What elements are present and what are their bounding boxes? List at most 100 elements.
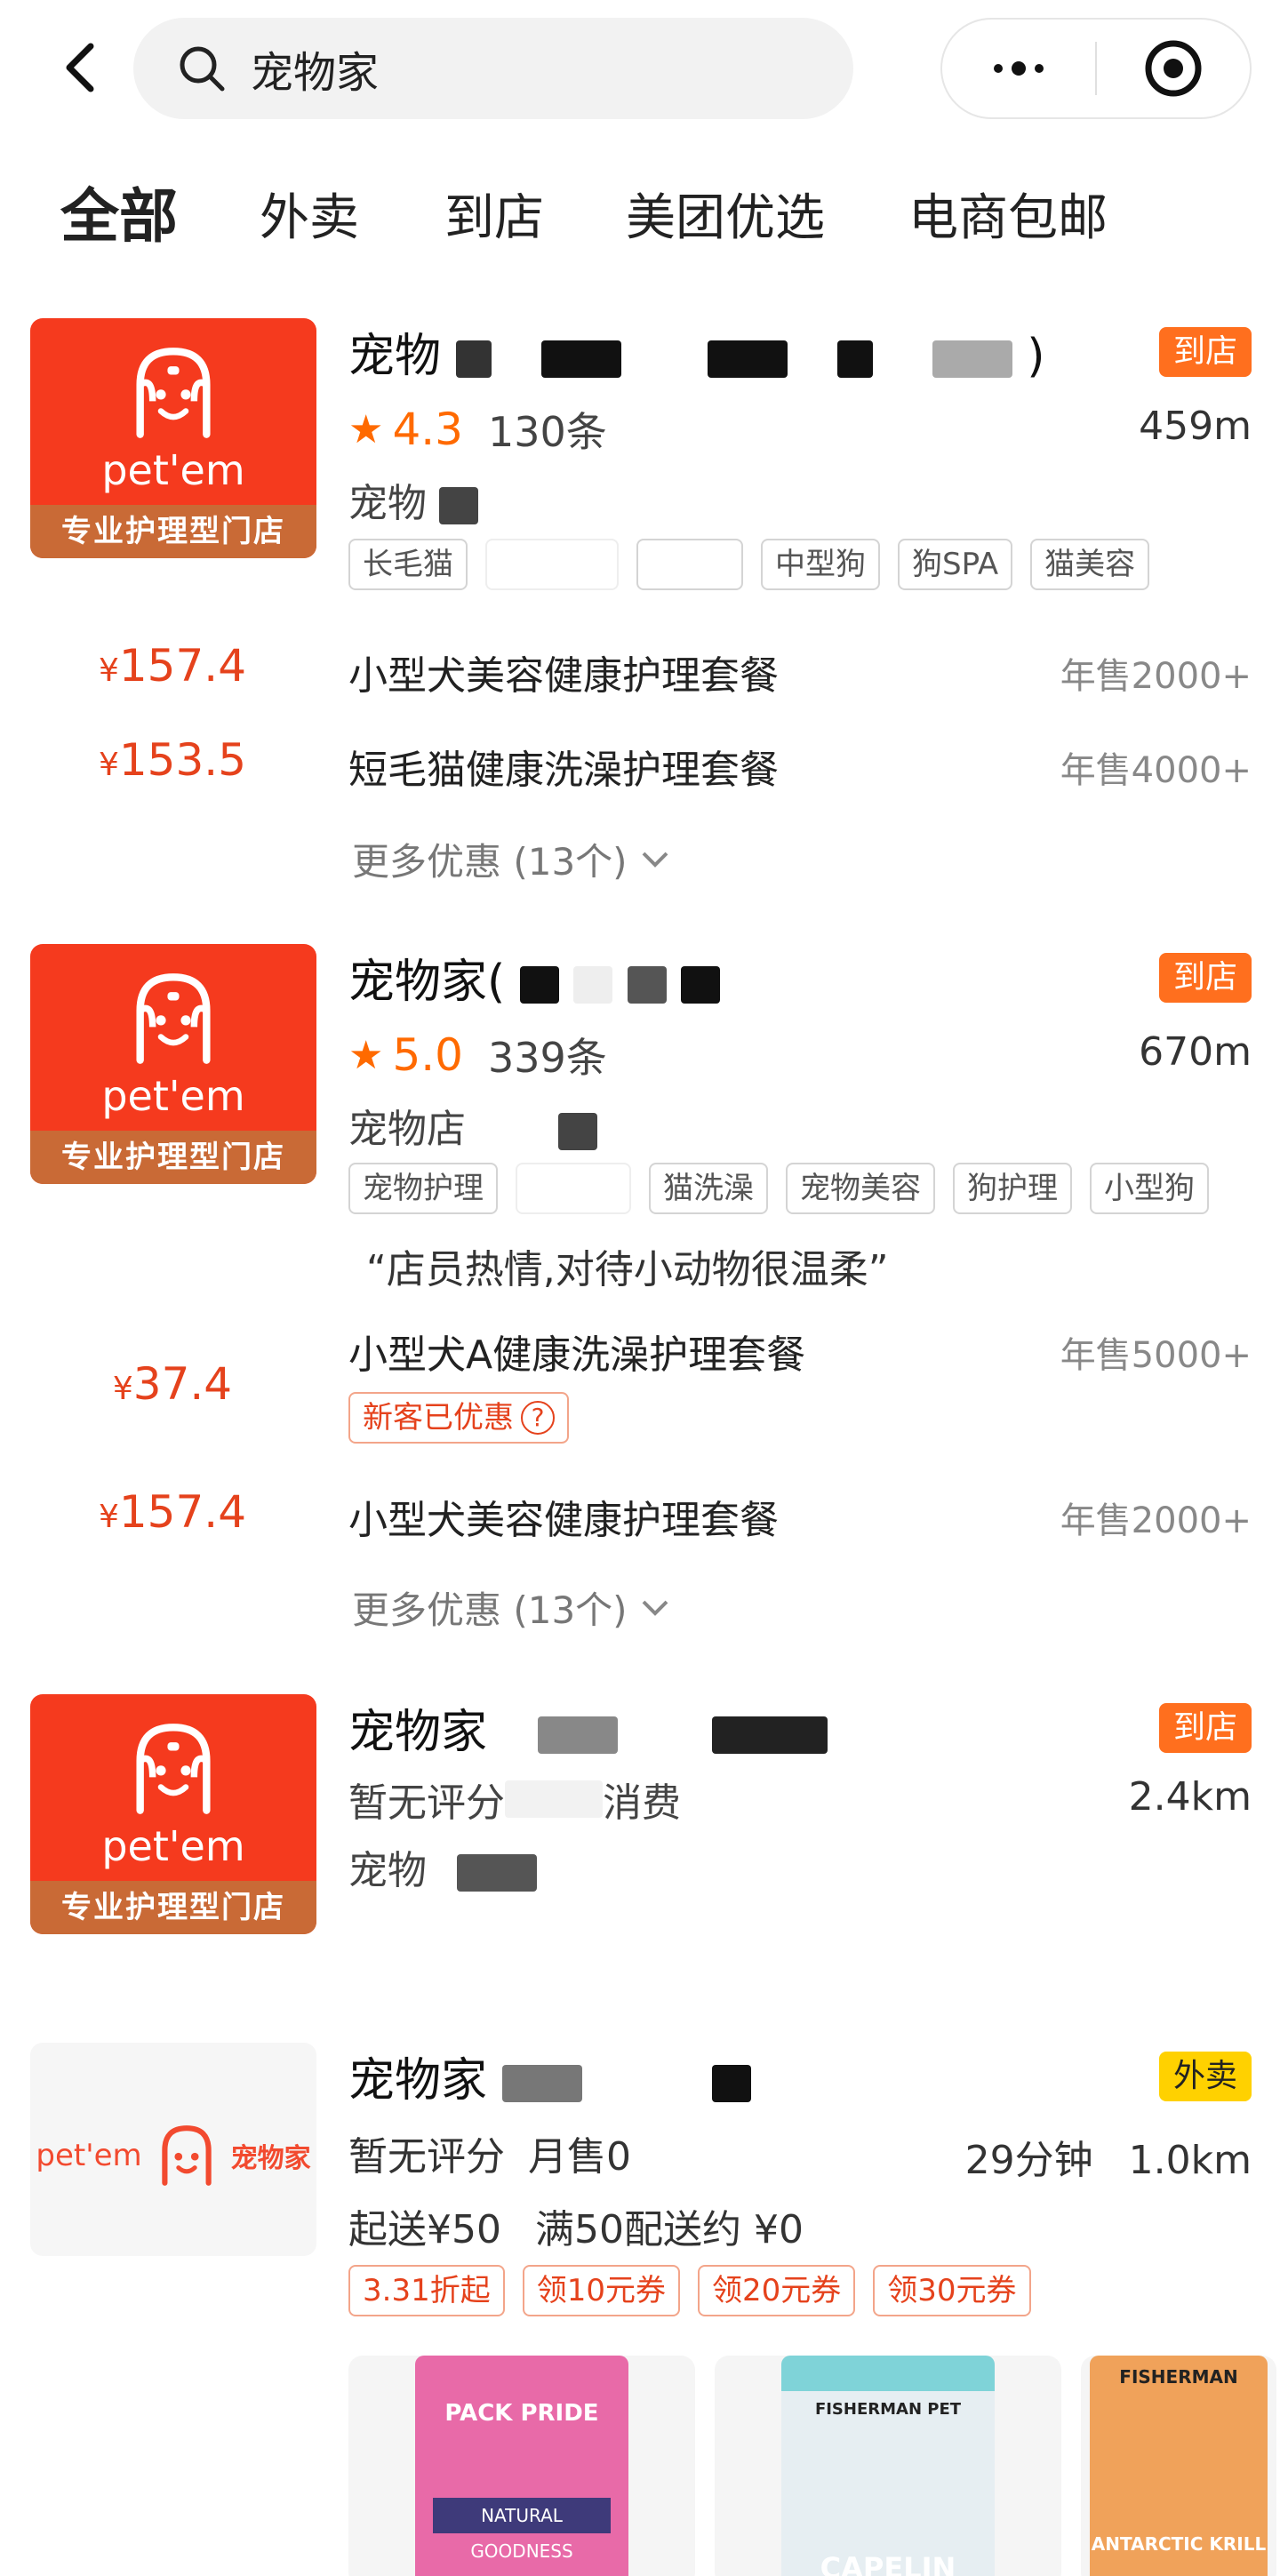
chevron-down-icon [642,852,668,868]
dog-face-icon [136,348,211,438]
chevron-down-icon [642,1600,668,1616]
delivery-terms: 起送¥50 满50配送约 ¥0 [348,2197,804,2254]
service-badge: 外卖 [1158,2052,1252,2101]
logo-cn-text: 宠物家 [230,2143,311,2174]
tab-takeout[interactable]: 外卖 [260,178,359,250]
redacted-block [712,2065,752,2102]
more-deals-label: 更多优惠 (13个) [352,1588,628,1632]
tag: 长毛猫 [348,539,468,590]
redacted-tag [485,539,619,590]
shop-card[interactable]: pet'em 专业护理型门店 宠物家 到店 暂无评分 消费 2.4km 宠物 [0,1694,1280,1952]
service-badge: 到店 [1158,953,1252,1003]
shop-category: 宠物 [348,471,478,528]
monthly-sales: 月售0 [528,2134,631,2180]
coupon[interactable]: 领20元券 [697,2265,856,2316]
redacted-block [932,340,1012,378]
chevron-left-icon [66,43,94,92]
close-miniprogram-button[interactable] [1097,37,1250,100]
delivery-info: 29分钟 1.0km [965,2128,1252,2185]
redacted-block [541,340,622,378]
product-card[interactable]: FISHERMAN PET CAPELIN [715,2356,1061,2576]
tag: 狗SPA [898,539,1013,590]
tag-list: 宠物护理 猫洗澡 宠物美容 狗护理 小型狗 [348,1163,1209,1214]
no-rating-text: 暂无评分 [348,1780,505,1826]
dog-face-icon [161,2125,212,2186]
more-dots-icon [994,64,1003,73]
shop-category: 宠物店 [348,1097,597,1154]
coupon-list: 3.31折起 领10元券 领20元券 领30元券 [348,2265,1031,2316]
shop-title[interactable]: 宠物家( [348,944,721,1011]
category-text: 宠物 [348,1848,427,1893]
product-image: FISHERMAN ANTARCTIC KRILL [1090,2356,1268,2576]
more-deals-button[interactable]: 更多优惠 (13个) [352,1580,670,1635]
shop-card[interactable]: pet'em 专业护理型门店 宠物家( 到店 ★ 5.0 339条 670m 宠… [0,944,1280,1655]
shop-category: 宠物 [348,1838,537,1895]
rating-line: ★ 4.3 130条 [348,400,607,459]
shop-title[interactable]: 宠物家 [348,2043,752,2109]
shop-title[interactable]: 宠物 ) [348,318,1045,385]
shop-card[interactable]: pet'em 专业护理型门店 宠物 ) 到店 ★ 4.3 130条 459m 宠… [0,318,1280,905]
deal-sold: 年售4000+ [1060,750,1252,791]
redacted-block [573,966,613,1004]
product-image: FISHERMAN PET CAPELIN [781,2356,995,2576]
redacted-block [455,340,492,378]
logo-text: pet'em [101,446,245,494]
tab-meituan-select[interactable]: 美团优选 [626,178,825,250]
logo-text: pet'em [101,1072,245,1120]
rating-line: ★ 5.0 339条 [348,1026,607,1084]
coupon[interactable]: 领10元券 [522,2265,680,2316]
coupon[interactable]: 3.31折起 [348,2265,505,2316]
question-icon[interactable]: ? [521,1401,555,1435]
tag: 中型狗 [761,539,880,590]
deal-sold: 年售2000+ [1060,1500,1252,1541]
product-card[interactable]: FISHERMAN ANTARCTIC KRILL [1081,2356,1276,2576]
logo-brand-strip: 专业护理型门店 [30,1881,316,1934]
deal-name[interactable]: 小型犬美容健康护理套餐 [348,644,779,700]
currency-symbol: ¥ [98,1499,119,1535]
logo-graphic: pet'em [30,969,316,1120]
logo-text: pet'em [36,2138,142,2173]
coupon[interactable]: 领30元券 [873,2265,1031,2316]
redacted-block [707,340,788,378]
category-text: 宠物店 [348,1107,466,1152]
product-card[interactable]: PACK PRIDE NATURAL GOODNESS [348,2356,695,2576]
target-icon [1145,40,1202,97]
tag: 宠物护理 [348,1163,498,1214]
redacted-block [439,487,478,524]
distance: 670m [1139,1029,1252,1075]
logo-graphic: pet'em 宠物家 [30,2123,316,2188]
deal-name[interactable]: 短毛猫健康洗澡护理套餐 [348,738,779,795]
tag: 小型狗 [1090,1163,1209,1214]
deal-name[interactable]: 小型犬美容健康护理套餐 [348,1488,779,1545]
delivery-fee: 满50配送约 ¥0 [534,2207,804,2252]
product-sub: ANTARCTIC KRILL [1091,2533,1267,2555]
deal-name[interactable]: 小型犬A健康洗澡护理套餐 [348,1323,805,1380]
tab-all[interactable]: 全部 [60,169,178,254]
shop-title-text: 宠物家 [348,1706,488,1759]
more-deals-button[interactable]: 更多优惠 (13个) [352,832,670,886]
redacted-block [457,1854,537,1892]
service-badge: 到店 [1158,327,1252,377]
shop-title[interactable]: 宠物家 [348,1694,828,1761]
distance: 1.0km [1128,2138,1252,2183]
shop-title-text: 宠物家( [348,956,506,1009]
promo-text: 新客已优惠 [363,1400,514,1436]
tag: 宠物美容 [786,1163,935,1214]
tab-ecommerce[interactable]: 电商包邮 [908,178,1108,250]
product-brand: FISHERMAN [1119,2366,1238,2388]
back-button[interactable] [53,36,107,100]
tab-in-store[interactable]: 到店 [444,178,544,250]
review-quote: “店员热情,对待小动物很温柔” [366,1247,889,1292]
product-sub: NATURAL GOODNESS [433,2498,611,2562]
star-icon: ★ [348,406,384,452]
more-deals-label: 更多优惠 (13个) [352,840,628,884]
rating-line: 暂无评分 消费 [348,1771,681,1828]
redacted-block [519,966,559,1004]
search-bar[interactable]: 宠物家 [133,18,853,119]
min-order: 起送¥50 [348,2207,501,2252]
search-input[interactable]: 宠物家 [251,37,379,100]
logo-brand-strip: 专业护理型门店 [30,505,316,558]
currency-symbol: ¥ [112,1371,133,1407]
more-options-button[interactable] [942,20,1095,117]
product-carousel: PACK PRIDE NATURAL GOODNESS FISHERMAN PE… [348,2356,1276,2576]
